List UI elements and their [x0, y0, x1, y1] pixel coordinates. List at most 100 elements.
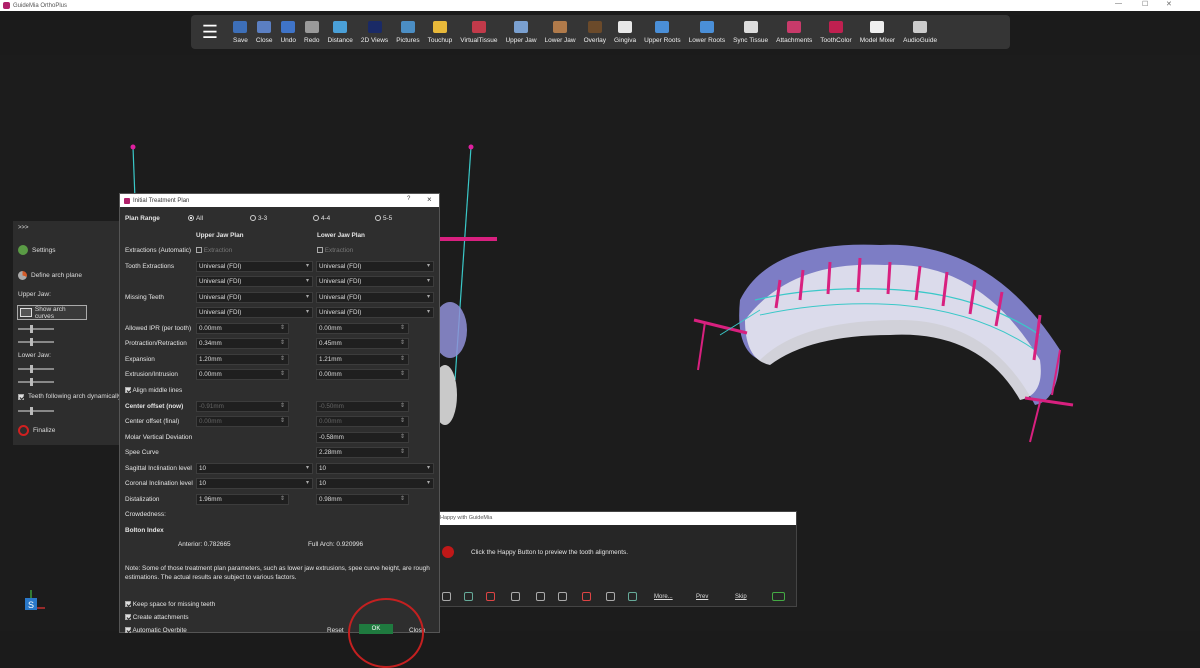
- upper-extraction-checkbox[interactable]: Extraction: [196, 247, 232, 254]
- range-radio-5-5[interactable]: 5-5: [375, 215, 392, 222]
- 2d-views-icon: [367, 20, 382, 33]
- maximize-icon[interactable]: ☐: [1142, 0, 1148, 8]
- tool-icon[interactable]: [442, 592, 451, 601]
- tooth-icon[interactable]: [511, 592, 520, 601]
- toothcolor-icon: [828, 20, 843, 33]
- range-radio-3-3[interactable]: 3-3: [250, 215, 267, 222]
- bank-icon[interactable]: [606, 592, 615, 601]
- range-radio-4-4[interactable]: 4-4: [313, 215, 330, 222]
- lower-distalization-spinbox[interactable]: 0.98mm: [316, 494, 409, 505]
- lower-coronal-select[interactable]: 10: [316, 478, 434, 489]
- toolbar-pictures-button[interactable]: Pictures: [392, 15, 423, 49]
- lower-jaw-slider-2[interactable]: [18, 378, 54, 386]
- keep-space-checkbox[interactable]: Keep space for missing teeth: [125, 601, 215, 608]
- lower-expansion-spinbox[interactable]: 1.21mm: [316, 354, 409, 365]
- define-arch-plane-button[interactable]: Define arch plane: [18, 271, 82, 280]
- toolbar-2d-views-button[interactable]: 2D Views: [357, 15, 392, 49]
- toolbar-toothcolor-button[interactable]: ToothColor: [816, 15, 855, 49]
- extrusion-label: Extrusion/Intrusion: [125, 371, 178, 378]
- sagittal-label: Sagittal Inclination level: [125, 465, 192, 472]
- upper-distalization-spinbox[interactable]: 1.96mm: [196, 494, 289, 505]
- lower-jaw-label: Lower Jaw:: [18, 352, 51, 359]
- toolbar-distance-button[interactable]: Distance: [324, 15, 357, 49]
- toolbar-upper-jaw-button[interactable]: Upper Jaw: [501, 15, 540, 49]
- upper-missing-teeth-select-1[interactable]: Universal (FDI): [196, 292, 313, 303]
- arch-handle-left: [130, 144, 136, 150]
- lower-missing-teeth-select-2[interactable]: Universal (FDI): [316, 307, 434, 318]
- happy-flower-icon[interactable]: [442, 546, 454, 558]
- toolbar-gingiva-button[interactable]: Gingiva: [610, 15, 640, 49]
- toolbar-redo-button[interactable]: Redo: [300, 15, 324, 49]
- teeth-following-checkbox[interactable]: Teeth following arch dynamically: [18, 393, 121, 400]
- chart-icon[interactable]: [628, 592, 637, 601]
- view-icon[interactable]: [558, 592, 567, 601]
- upper-coronal-select[interactable]: 10: [196, 478, 313, 489]
- toolbar-close-button[interactable]: Close: [252, 15, 277, 49]
- toolbar-touchup-button[interactable]: Touchup: [424, 15, 457, 49]
- upper-center-offset-now: -0.91mm: [196, 401, 289, 412]
- collapse-panel-button[interactable]: >>>: [18, 225, 29, 231]
- create-attachments-checkbox[interactable]: Create attachments: [125, 614, 189, 621]
- lower-protraction-spinbox[interactable]: 0.45mm: [316, 338, 409, 349]
- toolbar-overlay-button[interactable]: Overlay: [580, 15, 610, 49]
- close-window-icon[interactable]: ✕: [1166, 0, 1172, 8]
- more-link[interactable]: More...: [654, 594, 673, 600]
- upper-jaw-slider-2[interactable]: [18, 338, 54, 346]
- toolbar-attachments-button[interactable]: Attachments: [772, 15, 816, 49]
- lower-spee-curve-spinbox[interactable]: 2.28mm: [316, 447, 409, 458]
- toolbar-model-mixer-button[interactable]: Model Mixer: [856, 15, 899, 49]
- show-arch-curves-button[interactable]: Show arch curves: [17, 305, 87, 320]
- minimize-icon[interactable]: —: [1115, 0, 1122, 7]
- upper-extrusion-spinbox[interactable]: 0.00mm: [196, 369, 289, 380]
- lower-allowed-ipr-spinbox[interactable]: 0.00mm: [316, 323, 409, 334]
- app-title: GuideMia OrthoPlus: [13, 2, 68, 9]
- happy-button-icon[interactable]: [772, 592, 785, 601]
- lower-missing-teeth-select-1[interactable]: Universal (FDI): [316, 292, 434, 303]
- window-titlebar: GuideMia OrthoPlus — ☐ ✕: [0, 0, 1200, 11]
- teeth-following-slider[interactable]: [18, 407, 54, 415]
- settings-button[interactable]: Settings: [18, 245, 56, 255]
- search-tooth-icon[interactable]: [536, 592, 545, 601]
- lower-jaw-slider-1[interactable]: [18, 365, 54, 373]
- toolbar-save-button[interactable]: Save: [229, 15, 252, 49]
- marker-icon[interactable]: [582, 592, 591, 601]
- toolbar-undo-button[interactable]: Undo: [276, 15, 300, 49]
- prev-link[interactable]: Prev: [696, 594, 708, 600]
- dialog-logo-icon: [124, 197, 130, 204]
- svg-text:S: S: [28, 600, 34, 610]
- toolbar-upper-roots-button[interactable]: Upper Roots: [640, 15, 685, 49]
- hamburger-menu-icon[interactable]: ☰: [191, 15, 229, 49]
- lower-molar-vertical-spinbox[interactable]: -0.58mm: [316, 432, 409, 443]
- toolbar-virtualtissue-button[interactable]: VirtualTissue: [456, 15, 501, 49]
- dialog-titlebar: Initial Treatment Plan ? ×: [120, 194, 439, 207]
- lower-tooth-extractions-select-1[interactable]: Universal (FDI): [316, 261, 434, 272]
- upper-jaw-slider-1[interactable]: [18, 325, 54, 333]
- upper-protraction-spinbox[interactable]: 0.34mm: [196, 338, 289, 349]
- toolbar-lower-roots-button[interactable]: Lower Roots: [685, 15, 730, 49]
- upper-missing-teeth-select-2[interactable]: Universal (FDI): [196, 307, 313, 318]
- upper-expansion-spinbox[interactable]: 1.20mm: [196, 354, 289, 365]
- upper-tooth-extractions-select-1[interactable]: Universal (FDI): [196, 261, 313, 272]
- range-radio-all[interactable]: All: [188, 215, 203, 222]
- lower-extrusion-spinbox[interactable]: 0.00mm: [316, 369, 409, 380]
- upper-tooth-extractions-select-2[interactable]: Universal (FDI): [196, 276, 313, 287]
- lower-tooth-extractions-select-2[interactable]: Universal (FDI): [316, 276, 434, 287]
- toolbar-sync-tissue-button[interactable]: Sync Tissue: [729, 15, 772, 49]
- toolbar-lower-jaw-button[interactable]: Lower Jaw: [541, 15, 580, 49]
- skip-link[interactable]: Skip: [735, 594, 747, 600]
- upper-sagittal-select[interactable]: 10: [196, 463, 313, 474]
- lower-extraction-checkbox[interactable]: Extraction: [317, 247, 353, 254]
- finalize-button[interactable]: Finalize: [18, 425, 55, 436]
- hammer-icon[interactable]: [464, 592, 473, 601]
- close-icon[interactable]: ×: [427, 195, 432, 204]
- upper-allowed-ipr-spinbox[interactable]: 0.00mm: [196, 323, 289, 334]
- touchup-icon: [432, 20, 447, 33]
- axis-gizmo: S: [25, 590, 45, 610]
- toolbar-audioguide-button[interactable]: AudioGuide: [899, 15, 941, 49]
- ruler-icon[interactable]: [486, 592, 495, 601]
- overlay-icon: [587, 20, 602, 33]
- help-icon[interactable]: ?: [407, 196, 410, 202]
- ok-button[interactable]: OK: [359, 624, 393, 634]
- lower-sagittal-select[interactable]: 10: [316, 463, 434, 474]
- align-middle-lines-checkbox[interactable]: Align middle lines: [125, 387, 182, 394]
